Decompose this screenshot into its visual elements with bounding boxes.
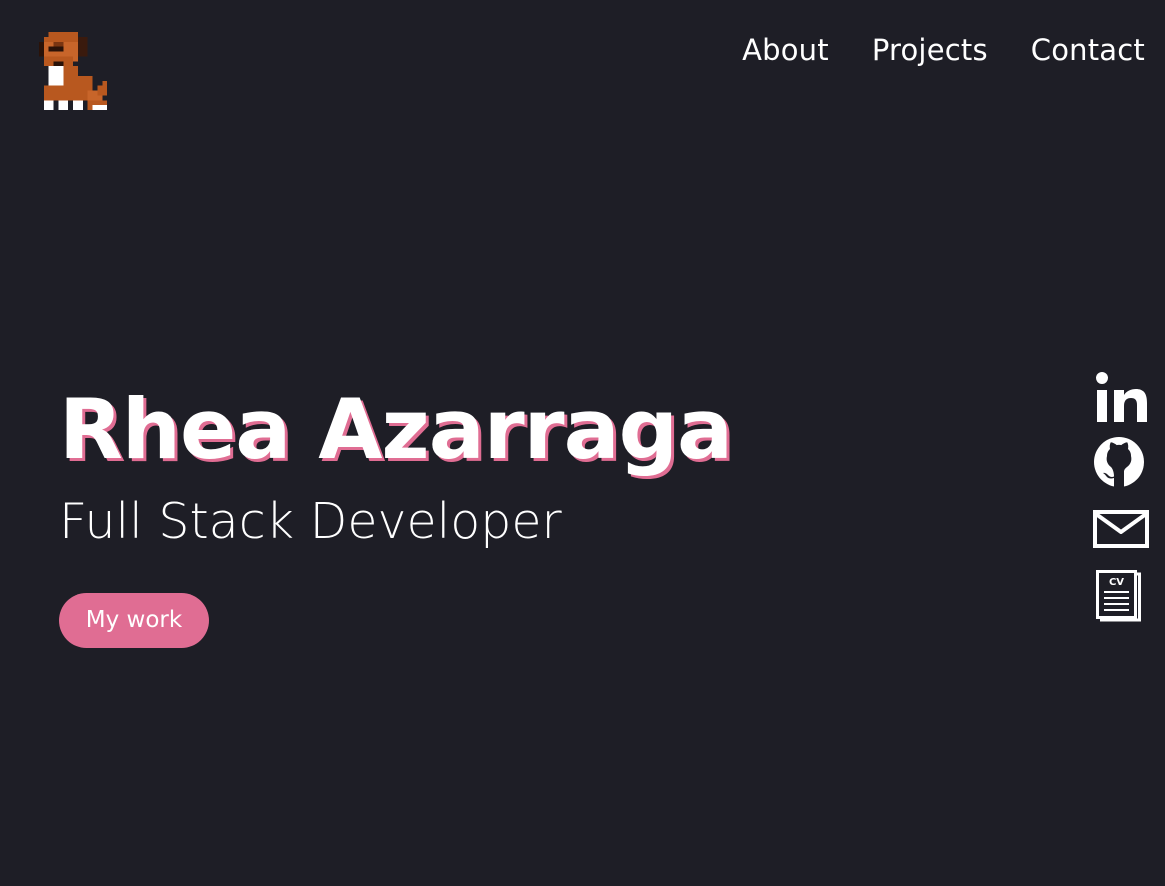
cv-document-icon: CV (1096, 570, 1141, 622)
hero-section: Rhea Azarraga Full Stack Developer (59, 380, 959, 552)
logo-link[interactable] (33, 32, 113, 110)
hero-name: Rhea Azarraga (59, 381, 733, 478)
email-link[interactable] (1093, 510, 1149, 548)
cv-link[interactable]: CV (1093, 570, 1145, 622)
github-link[interactable] (1093, 436, 1145, 488)
github-icon (1094, 437, 1144, 487)
nav-link-about[interactable]: About (742, 30, 829, 70)
nav-link-contact[interactable]: Contact (1031, 30, 1145, 70)
cv-label: CV (1109, 577, 1124, 588)
mail-icon (1093, 510, 1149, 548)
linkedin-icon (1096, 372, 1147, 422)
my-work-button[interactable]: My work (59, 593, 209, 648)
hero-role: Full Stack Developer (59, 493, 562, 550)
main-nav: About Projects Contact (742, 30, 1145, 70)
pixel-dog-icon (38, 32, 108, 110)
nav-link-projects[interactable]: Projects (872, 30, 988, 70)
linkedin-link[interactable] (1093, 370, 1151, 428)
